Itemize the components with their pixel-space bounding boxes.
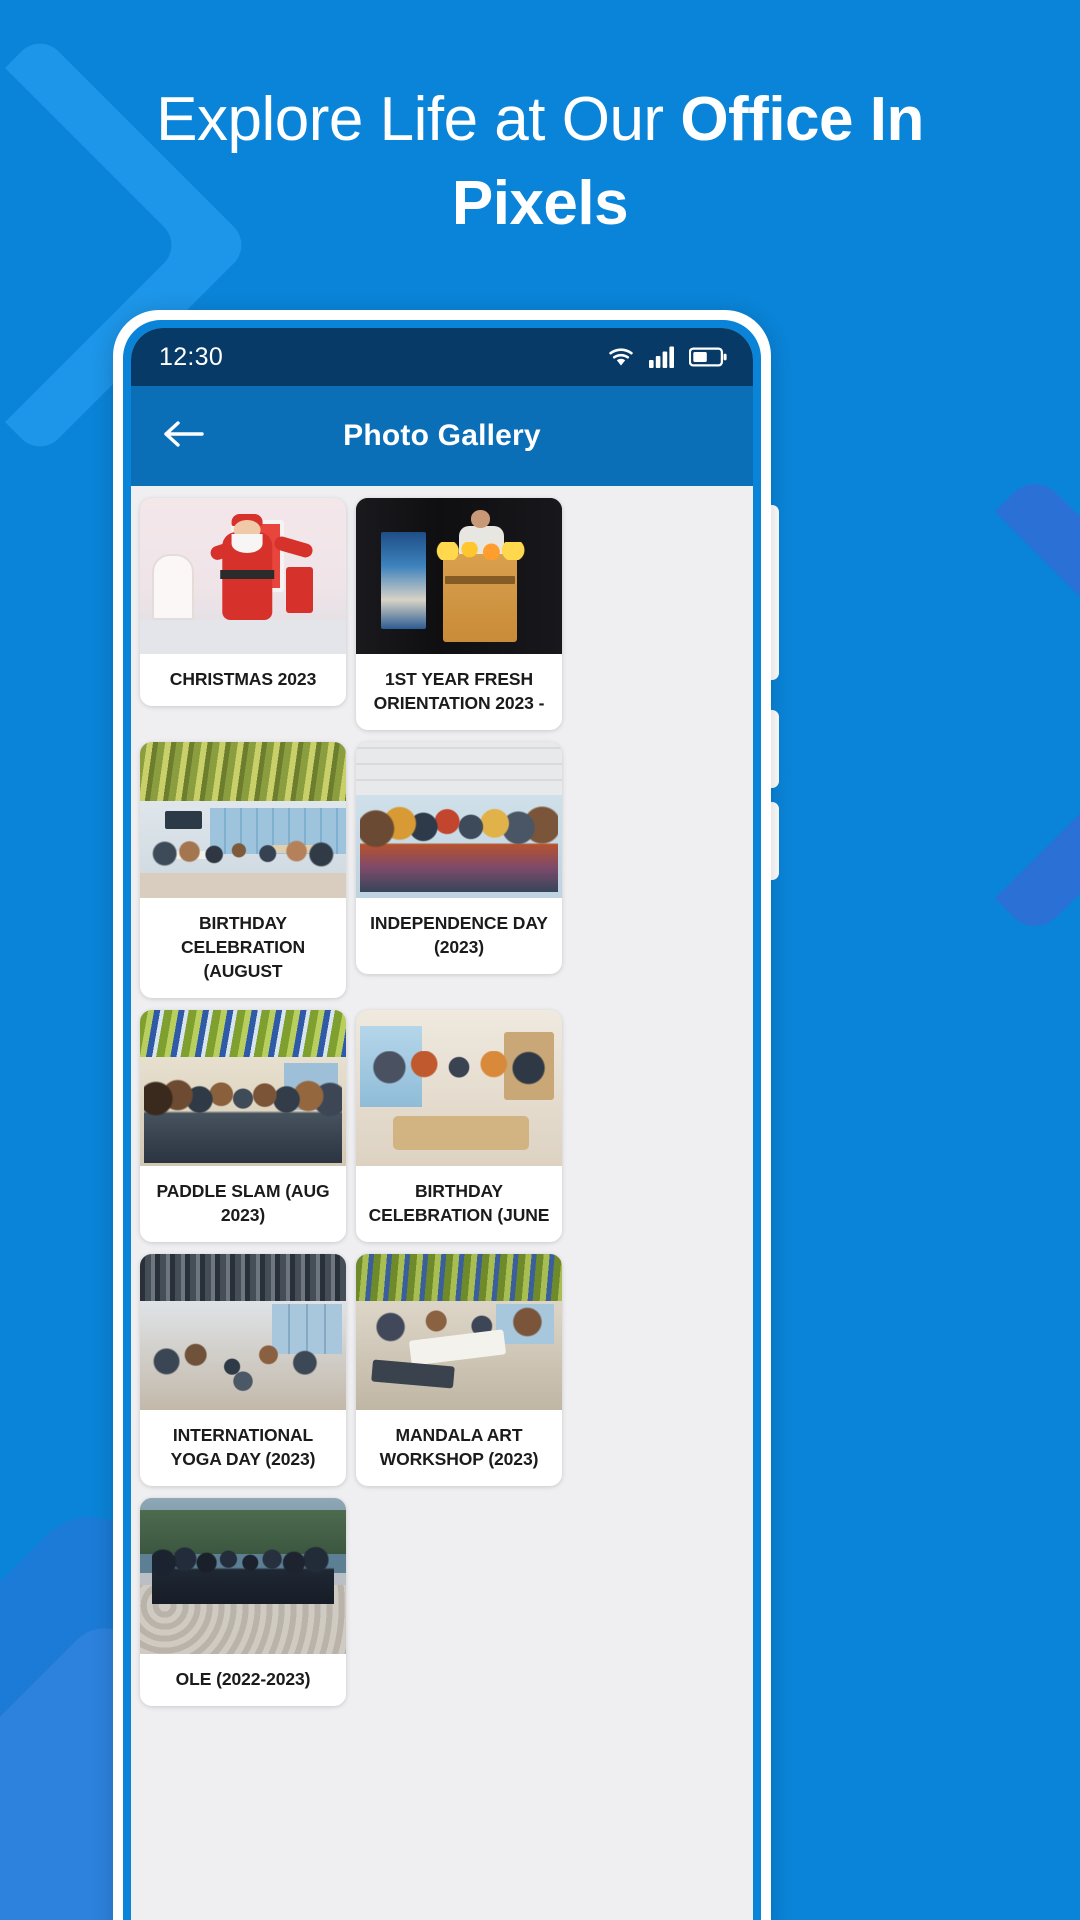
- gallery-card-thumbnail: [356, 1254, 562, 1410]
- phone-screen: 12:30 Photo Gallery CHRISTMAS 2023 1ST Y…: [131, 328, 753, 1920]
- gallery-card[interactable]: BIRTHDAY CELEBRATION (JUNE: [356, 1010, 562, 1242]
- gallery-card-thumbnail: [140, 742, 346, 898]
- promo-headline: Explore Life at Our Office In Pixels: [0, 78, 1080, 246]
- app-bar: Photo Gallery: [131, 386, 753, 486]
- phone-inner-bezel: 12:30 Photo Gallery CHRISTMAS 2023 1ST Y…: [123, 320, 761, 1920]
- gallery-card-label: INTERNATIONAL YOGA DAY (2023): [170, 1425, 316, 1469]
- headline-regular-text: Explore Life at Our: [156, 85, 681, 154]
- gallery-card[interactable]: BIRTHDAY CELEBRATION (AUGUST: [140, 742, 346, 998]
- gallery-card-label: BIRTHDAY CELEBRATION (JUNE: [368, 1181, 550, 1225]
- gallery-card-label: 1ST YEAR FRESH ORIENTATION 2023 -: [373, 669, 545, 713]
- gallery-card[interactable]: INDEPENDENCE DAY (2023): [356, 742, 562, 974]
- cellular-signal-icon: [649, 346, 676, 368]
- gallery-card-thumbnail: [140, 498, 346, 654]
- gallery-card-thumbnail: [140, 1254, 346, 1410]
- phone-mockup: 12:30 Photo Gallery CHRISTMAS 2023 1ST Y…: [113, 310, 779, 1920]
- phone-bezel: 12:30 Photo Gallery CHRISTMAS 2023 1ST Y…: [113, 310, 771, 1920]
- gallery-card-label: BIRTHDAY CELEBRATION (AUGUST: [181, 913, 305, 981]
- gallery-card[interactable]: PADDLE SLAM (AUG 2023): [140, 1010, 346, 1242]
- gallery-card-thumbnail: [356, 1010, 562, 1166]
- gallery-card-thumbnail: [140, 1498, 346, 1654]
- gallery-card-thumbnail: [140, 1010, 346, 1166]
- status-time: 12:30: [159, 342, 224, 371]
- gallery-card-label: CHRISTMAS 2023: [169, 669, 317, 689]
- gallery-card-label: PADDLE SLAM (AUG 2023): [156, 1181, 330, 1225]
- gallery-card[interactable]: OLE (2022-2023): [140, 1498, 346, 1706]
- gallery-card[interactable]: CHRISTMAS 2023: [140, 498, 346, 706]
- gallery-card-label: MANDALA ART WORKSHOP (2023): [379, 1425, 539, 1469]
- status-icon-group: [606, 346, 727, 368]
- gallery-card-thumbnail: [356, 498, 562, 654]
- page-title: Photo Gallery: [343, 419, 541, 452]
- battery-icon: [689, 346, 727, 368]
- gallery-card-label: OLE (2022-2023): [175, 1669, 311, 1689]
- gallery-card[interactable]: MANDALA ART WORKSHOP (2023): [356, 1254, 562, 1486]
- status-bar: 12:30: [131, 328, 753, 386]
- gallery-card[interactable]: 1ST YEAR FRESH ORIENTATION 2023 -: [356, 498, 562, 730]
- gallery-card-thumbnail: [356, 742, 562, 898]
- back-button[interactable]: [155, 408, 211, 464]
- gallery-card-label: INDEPENDENCE DAY (2023): [370, 913, 548, 957]
- gallery-card[interactable]: INTERNATIONAL YOGA DAY (2023): [140, 1254, 346, 1486]
- wifi-icon: [606, 346, 636, 368]
- promo-banner: Explore Life at Our Office In Pixels 12:…: [0, 0, 1080, 1920]
- arrow-left-icon: [161, 418, 205, 455]
- photo-gallery-grid: CHRISTMAS 2023 1ST YEAR FRESH ORIENTATIO…: [131, 486, 753, 1712]
